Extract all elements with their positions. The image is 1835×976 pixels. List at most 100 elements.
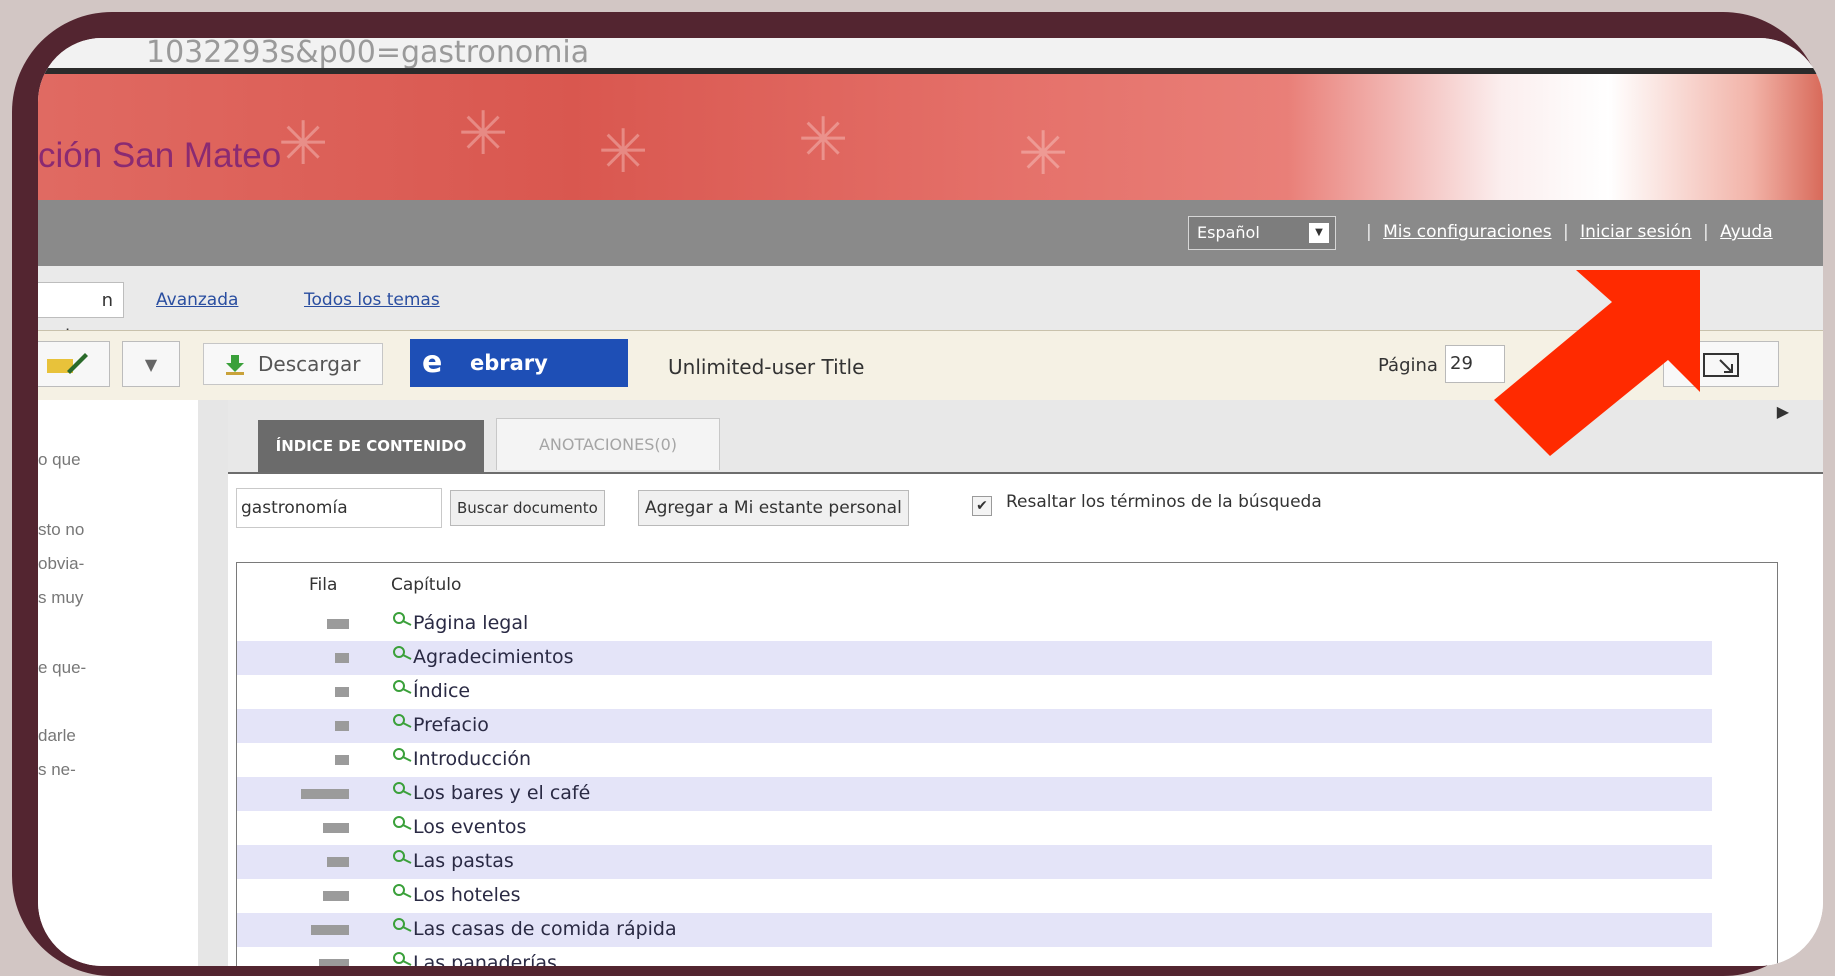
account-links: | Mis configuraciones | Iniciar sesión |… — [1360, 222, 1773, 242]
document-search-input[interactable]: gastronomía — [236, 488, 442, 528]
search-document-button[interactable]: Buscar documento — [450, 490, 605, 526]
page-label: Página — [1378, 355, 1438, 376]
chapter-link[interactable]: Los bares y el café — [413, 782, 590, 804]
chapter-list: Fila Capítulo Página legal Agradecimiento… — [236, 562, 1778, 966]
search-scope-button[interactable]: n ebrary — [38, 282, 124, 347]
tab-table-of-contents[interactable]: ÍNDICE DE CONTENIDO — [258, 420, 484, 472]
settings-link[interactable]: Mis configuraciones — [1383, 222, 1551, 242]
chapter-link[interactable]: Los hoteles — [413, 884, 521, 906]
page-text-line: obvia- — [38, 554, 85, 573]
snowflake-decoration-icon: ✳ — [598, 117, 649, 187]
page-text-line: o que — [38, 450, 81, 469]
institution-name: ción San Mateo — [38, 136, 282, 175]
row-number-marker — [323, 823, 349, 833]
help-link[interactable]: Ayuda — [1720, 222, 1773, 242]
highlight-terms-checkbox[interactable]: ✔ — [972, 496, 992, 516]
table-row[interactable]: Las panaderías — [237, 947, 1712, 966]
page-text-line: sto no — [38, 520, 85, 539]
row-number-marker — [327, 619, 349, 629]
table-row[interactable]: Agradecimientos — [237, 641, 1712, 675]
magnifier-icon — [393, 782, 412, 796]
highlight-tool-button[interactable] — [38, 341, 110, 387]
magnifier-icon — [393, 952, 412, 966]
magnifier-icon — [393, 884, 412, 898]
magnifier-icon — [393, 918, 412, 932]
magnifier-icon — [393, 714, 412, 728]
magnifier-icon — [393, 646, 412, 660]
separator: | — [1366, 222, 1372, 242]
annotation-arrow-icon — [1494, 270, 1700, 456]
browser-screen: 1032293s&p00=gastronomia ✳ ✳ ✳ ✳ ✳ ción … — [38, 38, 1823, 966]
language-select[interactable]: Español ▼ — [1188, 216, 1336, 250]
column-header-chapter: Capítulo — [391, 575, 462, 595]
snowflake-decoration-icon: ✳ — [1018, 119, 1069, 189]
chapter-link[interactable]: Introducción — [413, 748, 531, 770]
magnifier-icon — [393, 680, 412, 694]
row-number-marker — [335, 687, 349, 697]
table-row[interactable]: Prefacio — [237, 709, 1712, 743]
download-label: Descargar — [258, 352, 361, 376]
tab-annotations[interactable]: ANOTACIONES(0) — [496, 418, 720, 470]
document-title: Unlimited-user Title — [668, 355, 865, 379]
download-button[interactable]: Descargar — [203, 343, 383, 385]
ebrary-logo-icon: e — [422, 345, 443, 380]
chapter-link[interactable]: Agradecimientos — [413, 646, 573, 668]
magnifier-icon — [393, 850, 412, 864]
page-text-line: s ne- — [38, 760, 76, 779]
chapter-link[interactable]: Las casas de comida rápida — [413, 918, 677, 940]
chapter-link[interactable]: Las panaderías — [413, 952, 557, 966]
chapter-link[interactable]: Los eventos — [413, 816, 526, 838]
url-text: 1032293s&p00=gastronomia — [146, 38, 590, 70]
language-value: Español — [1197, 223, 1260, 242]
row-number-marker — [335, 721, 349, 731]
chapter-link[interactable]: Prefacio — [413, 714, 489, 736]
row-number-marker — [319, 959, 349, 966]
ebrary-reader-button[interactable]: e ebrary Reader — [410, 339, 628, 423]
site-banner: ✳ ✳ ✳ ✳ ✳ ción San Mateo — [38, 74, 1823, 200]
sign-in-link[interactable]: Iniciar sesión — [1580, 222, 1691, 242]
magnifier-icon — [393, 816, 412, 830]
row-number-marker — [323, 891, 349, 901]
chapter-link[interactable]: Las pastas — [413, 850, 514, 872]
highlight-terms-label: Resaltar los términos de la búsqueda — [1006, 492, 1322, 512]
chapter-link[interactable]: Página legal — [413, 612, 528, 634]
table-row[interactable]: Los bares y el café — [237, 777, 1712, 811]
pencil-highlight-icon — [47, 353, 88, 374]
dropdown-arrow-icon: ▼ — [1309, 223, 1329, 243]
snowflake-decoration-icon: ✳ — [798, 105, 849, 175]
advanced-search-link[interactable]: Avanzada — [156, 290, 238, 310]
row-number-marker — [301, 789, 349, 799]
table-row[interactable]: Los eventos — [237, 811, 1712, 845]
snowflake-decoration-icon: ✳ — [278, 109, 329, 179]
chapter-link[interactable]: Índice — [413, 680, 470, 702]
table-row[interactable]: Índice — [237, 675, 1712, 709]
column-header-row: Fila — [309, 575, 338, 595]
expand-arrow-icon[interactable]: ▶ — [1777, 402, 1789, 421]
top-nav-bar: Español ▼ | Mis configuraciones | Inicia… — [38, 200, 1823, 266]
page-text-line: darle — [38, 726, 76, 745]
chapter-list-header: Fila Capítulo — [237, 575, 1777, 603]
magnifier-icon — [393, 612, 412, 626]
dropdown-arrow-icon: ▼ — [144, 355, 158, 374]
row-number-marker — [327, 857, 349, 867]
table-row[interactable]: Las pastas — [237, 845, 1712, 879]
all-subjects-link[interactable]: Todos los temas — [304, 290, 440, 310]
tool-dropdown-button[interactable]: ▼ — [122, 341, 180, 387]
table-row[interactable]: Página legal — [237, 607, 1712, 641]
contents-panel: ÍNDICE DE CONTENIDO ANOTACIONES(0) ▶ gas… — [228, 400, 1823, 966]
add-to-shelf-button[interactable]: Agregar a Mi estante personal — [638, 490, 909, 526]
separator: | — [1702, 222, 1709, 242]
table-row[interactable]: Introducción — [237, 743, 1712, 777]
panel-splitter[interactable] — [198, 400, 229, 966]
table-row[interactable]: Las casas de comida rápida — [237, 913, 1712, 947]
page-text-line: e que- — [38, 658, 87, 677]
book-page-text: o que sto no obvia- s muy e que- darle s… — [38, 400, 199, 966]
row-number-marker — [335, 755, 349, 765]
download-arrow-icon — [226, 355, 244, 375]
magnifier-icon — [393, 748, 412, 762]
separator: | — [1562, 222, 1569, 242]
snowflake-decoration-icon: ✳ — [458, 99, 509, 169]
row-number-marker — [311, 925, 349, 935]
table-row[interactable]: Los hoteles — [237, 879, 1712, 913]
row-number-marker — [335, 653, 349, 663]
